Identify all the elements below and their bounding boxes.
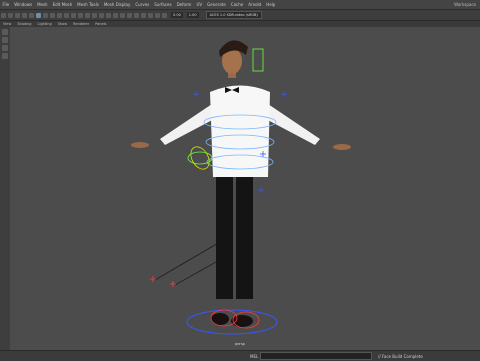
shadows-icon[interactable] <box>148 12 153 18</box>
menu-deform[interactable]: Deform <box>174 0 194 9</box>
smooth-shade-icon[interactable] <box>127 12 132 18</box>
mel-command-input[interactable] <box>260 352 372 360</box>
command-status-text: // Face Build Complete <box>378 353 423 359</box>
menu-mesh-display[interactable]: Mesh Display <box>101 0 133 9</box>
redo-icon[interactable] <box>29 12 34 18</box>
select-tool-icon[interactable] <box>36 12 41 18</box>
menu-windows[interactable]: Windows <box>12 0 35 9</box>
lights-icon[interactable] <box>141 12 146 18</box>
select-icon[interactable] <box>2 29 8 35</box>
move-icon[interactable] <box>2 45 8 51</box>
menu-uv[interactable]: UV <box>194 0 205 9</box>
menu-edit-mesh[interactable]: Edit Mesh <box>50 0 75 9</box>
menu-cache[interactable]: Cache <box>228 0 245 9</box>
open-scene-icon[interactable] <box>8 12 13 18</box>
texture-icon[interactable] <box>134 12 139 18</box>
mel-label[interactable]: MEL <box>250 354 260 359</box>
left-toolbox <box>0 27 10 350</box>
left-leg <box>216 177 233 299</box>
panel-menu-renderer[interactable]: Renderer <box>70 22 92 26</box>
exposure-field[interactable]: 0.00 <box>171 12 183 18</box>
panel-menu-show[interactable]: Show <box>55 22 70 26</box>
left-hand <box>131 142 149 148</box>
panel-menu-shading[interactable]: Shading <box>14 22 34 26</box>
point-snap-icon[interactable] <box>92 12 97 18</box>
workspace-label[interactable]: Workspace <box>454 0 476 9</box>
hip-gimbal-control <box>190 146 210 170</box>
menu-curves[interactable]: Curves <box>133 0 152 9</box>
menu-arnold[interactable]: Arnold <box>246 0 264 9</box>
ground-line <box>154 241 221 281</box>
menu-surfaces[interactable]: Surfaces <box>152 0 174 9</box>
gamma-field[interactable]: 1.00 <box>186 12 199 18</box>
ipr-render-icon[interactable] <box>106 12 111 18</box>
menu-file[interactable]: File <box>0 0 12 9</box>
perspective-viewport[interactable]: persp <box>10 27 480 350</box>
foot-pole-markers <box>150 276 176 287</box>
menu-mesh[interactable]: Mesh <box>35 0 51 9</box>
right-leg <box>236 177 253 299</box>
camera-label: persp <box>235 342 245 346</box>
command-line: MEL // Face Build Complete <box>0 350 480 361</box>
save-scene-icon[interactable] <box>15 12 20 18</box>
lasso-icon[interactable] <box>2 37 8 43</box>
move-tool-icon[interactable] <box>57 12 62 18</box>
render-icon[interactable] <box>99 12 104 18</box>
scale-tool-icon[interactable] <box>71 12 76 18</box>
new-scene-icon[interactable] <box>1 12 6 18</box>
isolate-icon[interactable] <box>155 12 160 18</box>
xray-icon[interactable] <box>162 12 167 18</box>
grid-snap-icon[interactable] <box>78 12 83 18</box>
main-menubar: File Windows Mesh Edit Mesh Mesh Tools Mesh D… <box>0 0 480 10</box>
wireframe-icon[interactable] <box>120 12 125 18</box>
curve-snap-icon[interactable] <box>85 12 90 18</box>
rotate-tool-icon[interactable] <box>64 12 69 18</box>
panel-menu-panels[interactable]: Panels <box>92 22 109 26</box>
lasso-tool-icon[interactable] <box>43 12 48 18</box>
color-space-dropdown[interactable]: ACES 1.0 SDR-video (sRGB) <box>205 11 262 19</box>
panel-menu-view[interactable]: View <box>0 22 14 26</box>
menu-generate[interactable]: Generate <box>205 0 229 9</box>
viewport-scene <box>131 40 351 335</box>
menu-help[interactable]: Help <box>264 0 278 9</box>
status-toolbar: 0.00 1.00 ACES 1.0 SDR-video (sRGB) <box>0 10 480 21</box>
face-control-box <box>252 48 264 72</box>
paint-select-icon[interactable] <box>50 12 55 18</box>
rotate-icon[interactable] <box>2 53 8 59</box>
shirt-torso <box>210 85 270 177</box>
panel-menu-lighting[interactable]: Lighting <box>35 22 55 26</box>
undo-icon[interactable] <box>22 12 27 18</box>
right-hand <box>333 144 351 150</box>
menu-mesh-tools[interactable]: Mesh Tools <box>75 0 102 9</box>
render-settings-icon[interactable] <box>113 12 118 18</box>
